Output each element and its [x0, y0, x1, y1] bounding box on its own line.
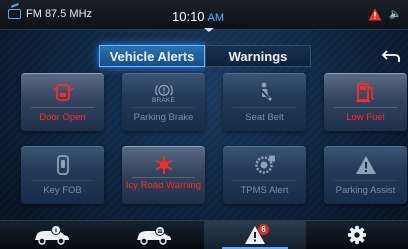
tile-divider [31, 180, 94, 181]
tile-seat-belt[interactable]: Seat Belt [223, 73, 306, 131]
tile-low-fuel[interactable]: Low Fuel [324, 73, 407, 131]
tile-divider [132, 107, 195, 108]
tire-pressure-icon [253, 154, 277, 176]
tile-label: Seat Belt [245, 112, 284, 123]
warning-triangle-icon [354, 154, 378, 176]
alerts-grid: Door Open BRAKE Parking Brake Seat Belt … [0, 0, 408, 249]
tile-divider [132, 177, 195, 178]
snowflake-icon [152, 154, 176, 176]
brake-icon-text: BRAKE [151, 97, 176, 104]
tile-divider [233, 180, 296, 181]
tile-label: Door Open [39, 112, 86, 123]
tile-door-open[interactable]: Door Open [21, 73, 104, 131]
tile-label: Parking Brake [133, 112, 194, 123]
tile-divider [31, 107, 94, 108]
fuel-pump-icon [354, 81, 378, 103]
alerts-count-badge: 6 [258, 224, 269, 235]
tile-label: Parking Assist [335, 185, 396, 196]
vehicle-alerts-screen: FM 87.5 MHz 10:10 AM 🔈 Vehicle Alerts War… [0, 0, 408, 249]
tile-label: Low Fuel [346, 112, 385, 123]
tile-parking-assist[interactable]: Parking Assist [324, 146, 407, 204]
car-info-icon [35, 225, 69, 245]
tile-divider [334, 107, 397, 108]
tile-label: Key FOB [43, 185, 82, 196]
seatbelt-icon [253, 81, 277, 103]
tile-divider [233, 107, 296, 108]
tile-tpms-alert[interactable]: TPMS Alert [223, 146, 306, 204]
nav-settings-button[interactable] [306, 221, 408, 249]
tile-key-fob[interactable]: Key FOB [21, 146, 104, 204]
key-fob-icon [51, 154, 75, 176]
tile-icy-road-warning[interactable]: Icy Road Warning [122, 146, 205, 204]
nav-car-info-button[interactable] [0, 221, 102, 249]
tile-parking-brake[interactable]: BRAKE Parking Brake [122, 73, 205, 131]
tile-label: TPMS Alert [240, 185, 289, 196]
door-open-icon [51, 81, 75, 103]
gear-icon [347, 225, 367, 245]
nav-alerts-button[interactable]: 6 [204, 221, 306, 249]
tile-divider [334, 180, 397, 181]
car-menu-icon [137, 226, 171, 245]
nav-car-menu-button[interactable] [102, 221, 204, 249]
tile-label: Icy Road Warning [125, 180, 202, 191]
